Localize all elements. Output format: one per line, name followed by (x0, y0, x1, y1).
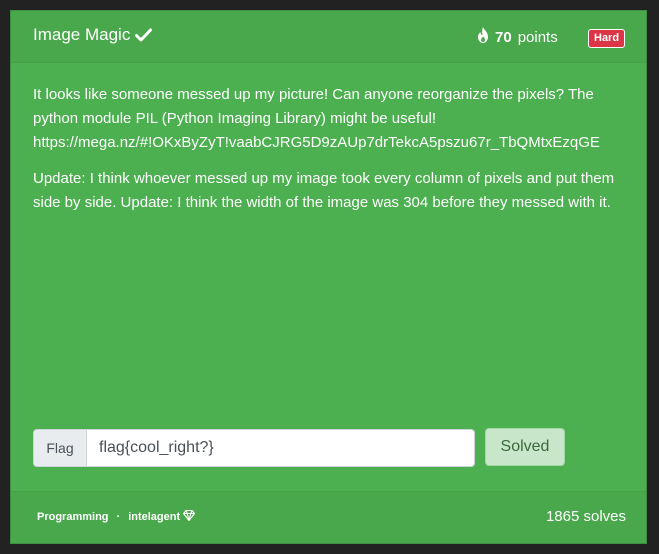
challenge-title: Image Magic (33, 25, 153, 45)
solves-count: 1865 solves (545, 508, 626, 525)
fire-icon (477, 27, 489, 47)
footer-meta: Programming · intelagent (37, 509, 196, 524)
flag-input[interactable] (87, 429, 475, 467)
footer-separator: · (116, 511, 121, 523)
challenge-description: It looks like someone messed up my pictu… (33, 83, 633, 227)
points-label: points (517, 28, 558, 46)
description-update: Update: I think whoever messed up my ima… (33, 170, 615, 211)
check-icon (135, 28, 153, 42)
points-display: 70 points (477, 27, 558, 47)
difficulty-badge: Hard (588, 29, 626, 48)
points-value: 70 (495, 28, 512, 46)
description-paragraph: It looks like someone messed up my pictu… (33, 86, 600, 151)
card-footer: Programming · intelagent 1865 solves (11, 491, 646, 543)
challenge-card: Image Magic 70 points Hard It looks like… (10, 10, 647, 544)
flag-label: Flag (33, 429, 87, 467)
author-name[interactable]: intelagent (128, 511, 180, 523)
solved-button[interactable]: Solved (485, 428, 565, 466)
card-header: Image Magic 70 points Hard (11, 11, 646, 63)
author[interactable]: intelagent (128, 509, 196, 524)
flag-form: Flag (33, 429, 475, 467)
gem-icon (183, 509, 196, 524)
challenge-title-text: Image Magic (33, 25, 131, 44)
category-label: Programming (37, 511, 109, 523)
